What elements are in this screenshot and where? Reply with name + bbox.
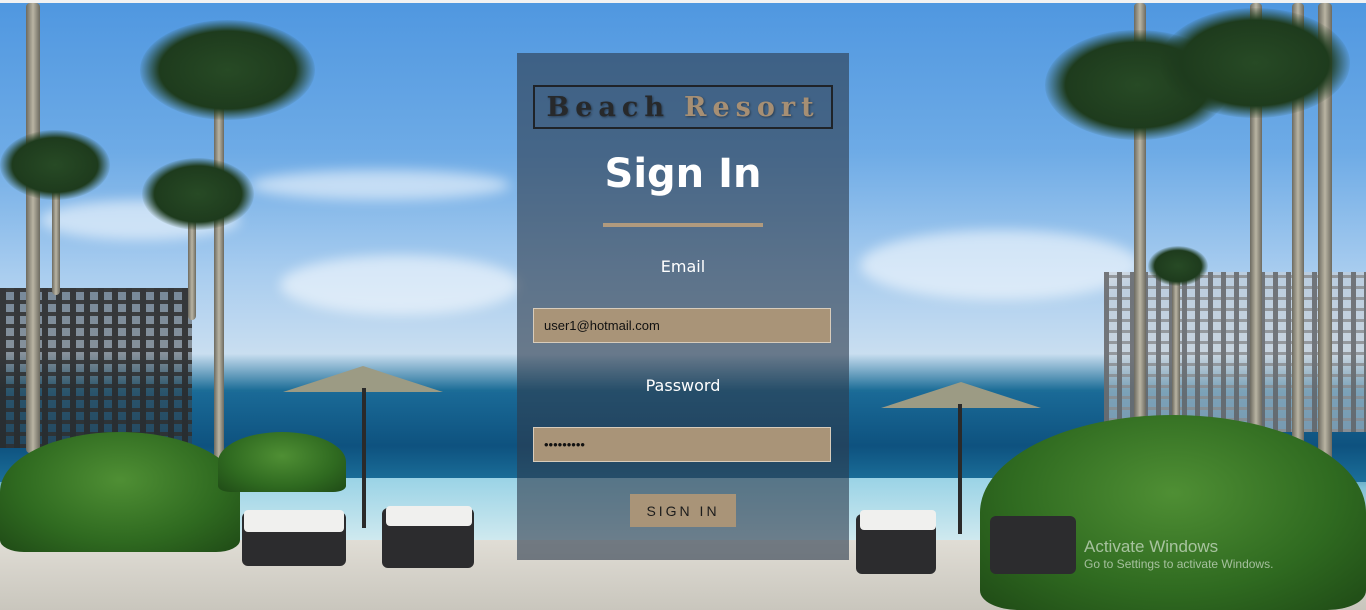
garden-bush [980, 415, 1366, 610]
logo-word-resort: Resort [684, 91, 820, 123]
garden-bush [218, 432, 346, 492]
signin-title: Sign In [604, 151, 762, 197]
palm-fronds [140, 20, 315, 120]
umbrella-pole [958, 404, 962, 534]
cloud [250, 170, 510, 200]
towel [244, 510, 344, 532]
password-label: Password [645, 376, 721, 395]
title-divider [603, 223, 763, 227]
page-background: Beach Resort Sign In Email Password SIGN… [0, 0, 1366, 610]
email-label: Email [660, 257, 706, 276]
email-field[interactable] [533, 308, 831, 343]
towel [386, 506, 472, 526]
watermark-subtitle: Go to Settings to activate Windows. [1084, 557, 1274, 572]
umbrella-pole [362, 388, 366, 528]
cloud [280, 255, 520, 315]
palm-fronds [1160, 8, 1350, 118]
palm-trunk [214, 90, 224, 460]
signin-panel: Beach Resort Sign In Email Password SIGN… [517, 53, 849, 560]
palm-fronds [1148, 246, 1208, 286]
cloud [860, 230, 1140, 300]
lounger [990, 516, 1076, 574]
palm-fronds [142, 158, 254, 230]
activation-watermark: Activate Windows Go to Settings to activ… [1084, 536, 1273, 572]
signin-button[interactable]: SIGN IN [630, 494, 736, 527]
password-field[interactable] [533, 427, 831, 462]
logo-word-beach: Beach [546, 91, 671, 123]
palm-trunk [26, 3, 40, 453]
palm-fronds [0, 130, 110, 200]
top-edge [0, 0, 1366, 3]
brand-logo: Beach Resort [533, 85, 833, 129]
towel [860, 510, 936, 530]
garden-bush [0, 432, 240, 552]
palm-trunk [1172, 270, 1180, 430]
watermark-title: Activate Windows [1084, 537, 1219, 556]
